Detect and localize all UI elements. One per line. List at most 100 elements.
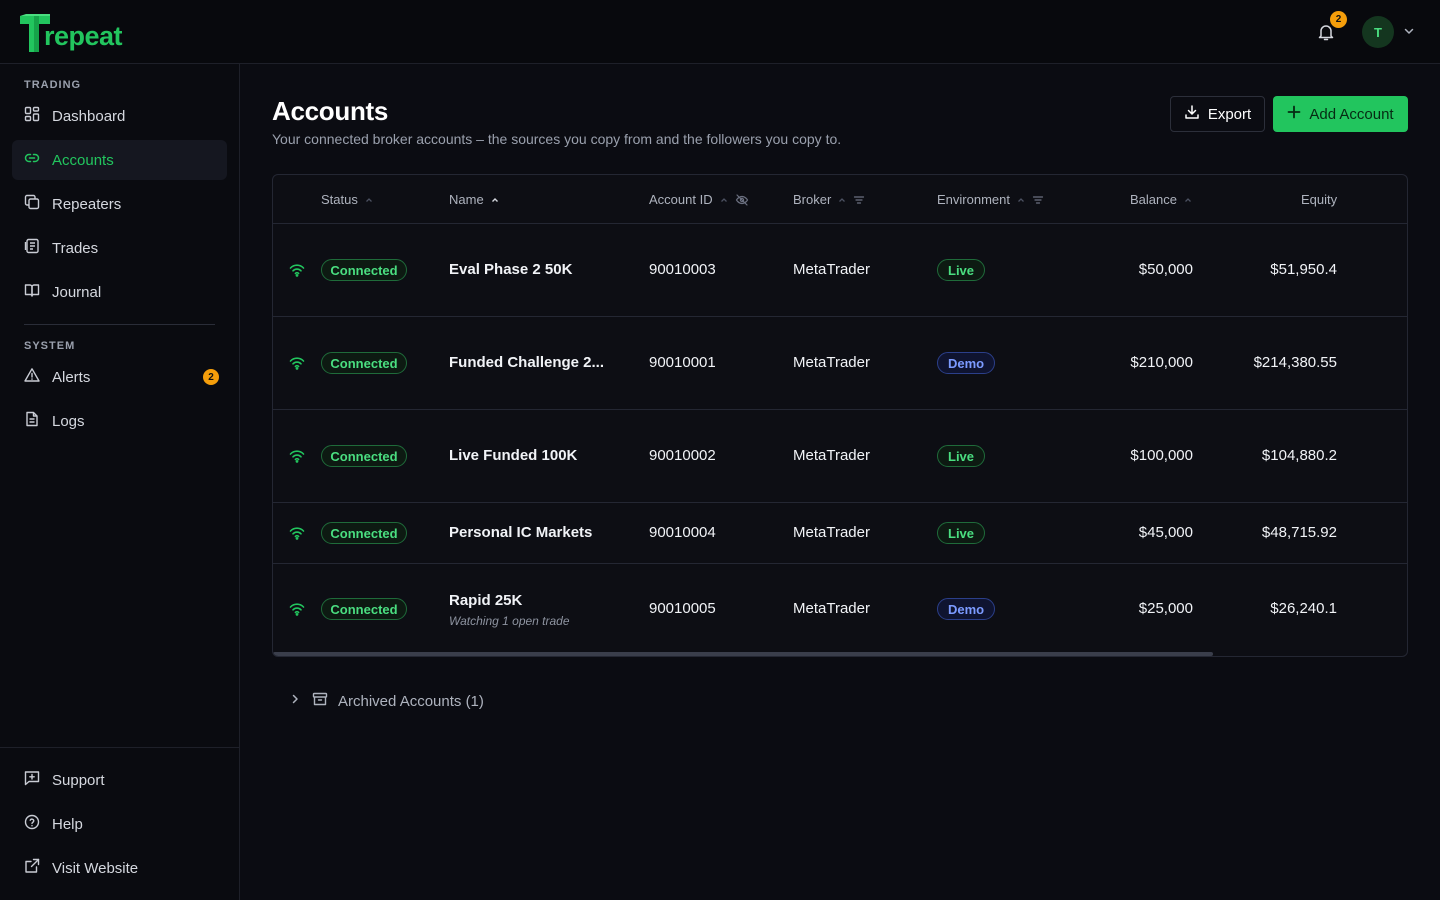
account-id: 90010003 <box>649 261 716 278</box>
sidebar-item-label: Trades <box>52 239 99 257</box>
add-account-button[interactable]: Add Account <box>1273 96 1408 132</box>
table-row[interactable]: Connected Rapid 25K Watching 1 open trad… <box>273 564 1407 652</box>
avatar[interactable]: T <box>1362 16 1394 48</box>
help-circle-icon <box>24 814 40 834</box>
sidebar-item-label: Logs <box>52 412 85 430</box>
broker: MetaTrader <box>793 354 870 371</box>
logo[interactable]: repeat <box>20 10 123 54</box>
status-badge: Connected <box>321 598 407 620</box>
account-name[interactable]: Personal IC Markets <box>449 524 592 541</box>
alerts-badge: 2 <box>203 369 219 385</box>
column-header-name[interactable]: Name <box>449 192 500 207</box>
column-header-balance[interactable]: Balance <box>1130 192 1193 207</box>
sidebar-footer-divider <box>0 747 239 748</box>
equity: $214,380.55 <box>1253 354 1337 371</box>
table-row[interactable]: Connected Live Funded 100K 90010002 Meta… <box>273 410 1407 503</box>
wifi-connected-icon <box>289 449 305 463</box>
column-header-account-id[interactable]: Account ID <box>649 192 749 207</box>
sidebar-item-label: Dashboard <box>52 107 126 125</box>
sidebar-item-label: Repeaters <box>52 195 122 213</box>
sort-icon <box>1018 197 1024 202</box>
sort-icon <box>720 197 727 202</box>
account-name[interactable]: Eval Phase 2 50K <box>449 261 572 278</box>
sidebar-item-support[interactable]: Support <box>12 760 227 800</box>
sidebar-item-label: Alerts <box>52 368 91 386</box>
equity: $26,240.1 <box>1270 600 1337 617</box>
file-icon <box>24 411 40 431</box>
broker: MetaTrader <box>793 524 870 541</box>
status-badge: Connected <box>321 522 407 544</box>
filter-icon[interactable] <box>1032 194 1044 206</box>
broker: MetaTrader <box>793 600 870 617</box>
sidebar-item-accounts[interactable]: Accounts <box>12 140 227 180</box>
sort-icon <box>839 197 846 202</box>
balance: $25,000 <box>1138 600 1193 617</box>
sidebar-item-dashboard[interactable]: Dashboard <box>12 96 227 136</box>
export-button-label: Export <box>1207 105 1252 123</box>
column-header-status[interactable]: Status <box>321 192 374 207</box>
column-header-environment[interactable]: Environment <box>937 192 1044 207</box>
logo-mark-icon <box>20 14 50 54</box>
environment-badge: Live <box>937 445 986 467</box>
eye-off-icon[interactable] <box>735 193 749 207</box>
balance: $210,000 <box>1130 354 1193 371</box>
section-label-system: SYSTEM <box>24 340 76 352</box>
page-subtitle: Your connected broker accounts – the sou… <box>272 131 842 147</box>
column-header-broker[interactable]: Broker <box>793 192 865 207</box>
accounts-table: Status Name Account ID Broker Environmen… <box>272 174 1408 657</box>
sidebar-item-label: Accounts <box>52 151 114 169</box>
account-name[interactable]: Live Funded 100K <box>449 447 577 464</box>
account-id: 90010002 <box>649 447 716 464</box>
table-row[interactable]: Connected Eval Phase 2 50K 90010003 Meta… <box>273 224 1407 317</box>
sidebar: TRADING Dashboard Accounts Repeaters Tra… <box>0 64 240 900</box>
archived-accounts-label: Archived Accounts (1) <box>338 692 484 710</box>
equity: $48,715.92 <box>1261 524 1337 541</box>
account-name[interactable]: Rapid 25K <box>449 592 522 609</box>
archive-icon <box>312 691 328 711</box>
list-icon <box>24 238 40 258</box>
sidebar-item-label: Support <box>52 771 105 789</box>
sidebar-divider <box>24 324 215 325</box>
account-name[interactable]: Funded Challenge 2... <box>449 354 604 371</box>
wifi-connected-icon <box>289 526 305 540</box>
plus-icon <box>1287 105 1301 123</box>
sidebar-item-help[interactable]: Help <box>12 804 227 844</box>
export-button[interactable]: Export <box>1170 96 1265 132</box>
wifi-connected-icon <box>289 263 305 277</box>
status-badge: Connected <box>321 259 407 281</box>
sidebar-item-label: Journal <box>52 283 102 301</box>
account-note: Watching 1 open trade <box>449 614 570 628</box>
sidebar-item-logs[interactable]: Logs <box>12 401 227 441</box>
sort-icon <box>1185 197 1191 202</box>
top-bar: repeat 2 T <box>0 0 1440 64</box>
broker: MetaTrader <box>793 447 870 464</box>
link-icon <box>24 150 40 170</box>
sidebar-item-journal[interactable]: Journal <box>12 272 227 312</box>
environment-badge: Demo <box>937 598 996 620</box>
sidebar-item-visit-website[interactable]: Visit Website <box>12 848 227 888</box>
book-icon <box>24 282 40 302</box>
sort-icon <box>365 197 372 202</box>
table-row[interactable]: Connected Funded Challenge 2... 90010001… <box>273 317 1407 410</box>
horizontal-scrollbar[interactable] <box>273 652 1213 656</box>
column-header-equity[interactable]: Equity <box>1301 192 1337 207</box>
sidebar-item-repeaters[interactable]: Repeaters <box>12 184 227 224</box>
archived-accounts-toggle[interactable]: Archived Accounts (1) <box>288 690 484 712</box>
balance: $100,000 <box>1130 447 1193 464</box>
sidebar-item-label: Help <box>52 815 83 833</box>
sort-ascending-icon <box>491 197 498 202</box>
sidebar-item-trades[interactable]: Trades <box>12 228 227 268</box>
balance: $45,000 <box>1138 524 1193 541</box>
sidebar-item-alerts[interactable]: Alerts 2 <box>12 357 227 397</box>
filter-icon[interactable] <box>853 194 865 206</box>
status-badge: Connected <box>321 445 407 467</box>
wifi-connected-icon <box>289 602 305 616</box>
alert-triangle-icon <box>24 367 40 387</box>
account-id: 90010001 <box>649 354 716 371</box>
chevron-down-icon[interactable] <box>1402 24 1416 38</box>
balance: $50,000 <box>1138 261 1193 278</box>
account-id: 90010005 <box>649 600 716 617</box>
table-row[interactable]: Connected Personal IC Markets 90010004 M… <box>273 503 1407 564</box>
dashboard-icon <box>24 106 40 126</box>
download-icon <box>1184 104 1200 124</box>
